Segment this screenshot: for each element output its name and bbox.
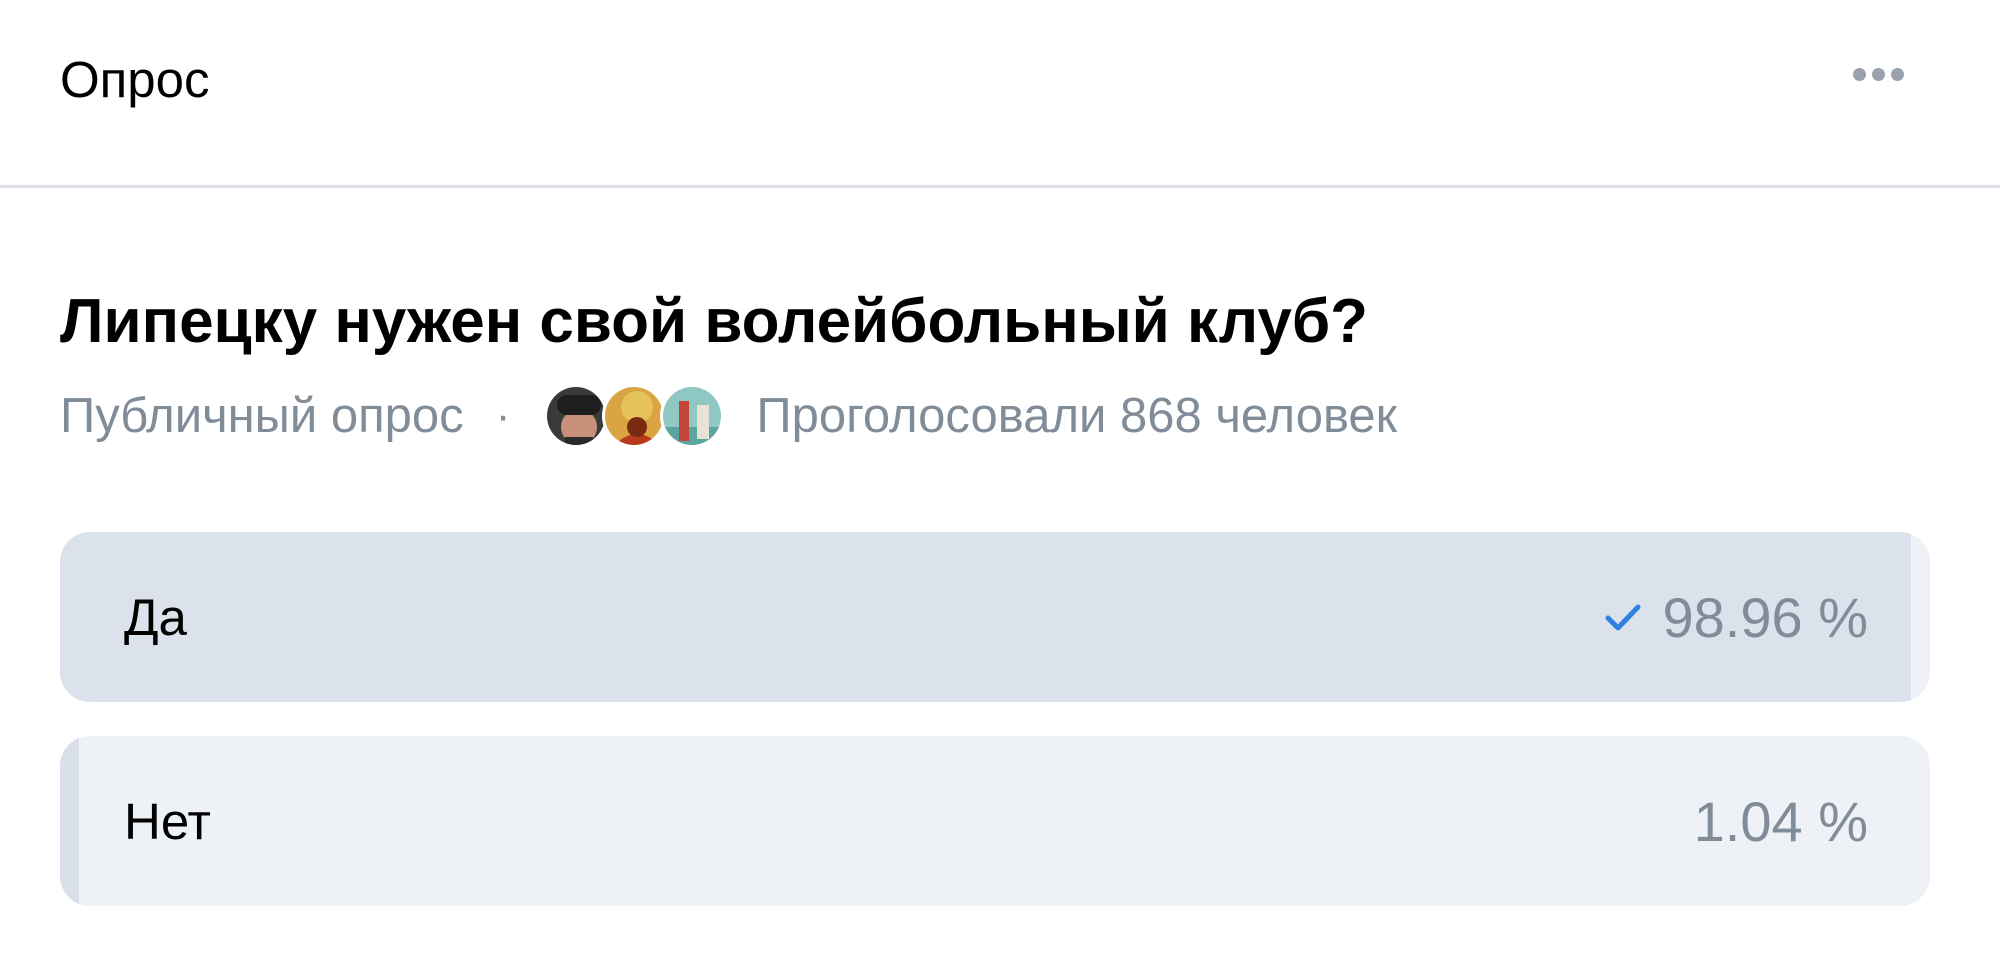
- voter-avatar-1[interactable]: [544, 384, 609, 448]
- header-title: Опрос: [60, 51, 210, 108]
- more-options-button[interactable]: [1838, 56, 1918, 92]
- option-result-bar: [60, 736, 80, 906]
- voter-avatars[interactable]: [544, 384, 725, 448]
- voters-count-link[interactable]: Проголосовали 868 человек: [756, 388, 1397, 444]
- poll-option-yes[interactable]: Да 98.96 %: [60, 532, 1930, 702]
- voter-avatar-2[interactable]: [602, 384, 667, 448]
- checkmark-icon: [1605, 604, 1640, 631]
- more-horizontal-icon: [1890, 67, 1904, 81]
- poll-option-no[interactable]: Нет 1.04 %: [60, 736, 1930, 906]
- option-percent: 1.04 %: [1693, 789, 1868, 853]
- option-result: 98.96 %: [1601, 532, 1869, 702]
- option-label: Да: [124, 588, 187, 646]
- poll-type-label: Публичный опрос: [60, 389, 464, 443]
- more-horizontal-icon: [1852, 67, 1866, 81]
- more-horizontal-icon: [1871, 67, 1885, 81]
- option-percent: 98.96 %: [1662, 585, 1869, 649]
- option-label: Нет: [124, 792, 211, 850]
- poll-question: Липецку нужен свой волейбольный клуб?: [60, 287, 1369, 356]
- voter-avatar-3[interactable]: [660, 384, 725, 448]
- option-result: 1.04 %: [1694, 736, 1868, 906]
- poll-meta: Публичный опрос · Проголосовали 868 чело…: [60, 376, 1397, 456]
- meta-separator: ·: [495, 391, 511, 440]
- poll-header: Опрос: [0, 0, 2000, 188]
